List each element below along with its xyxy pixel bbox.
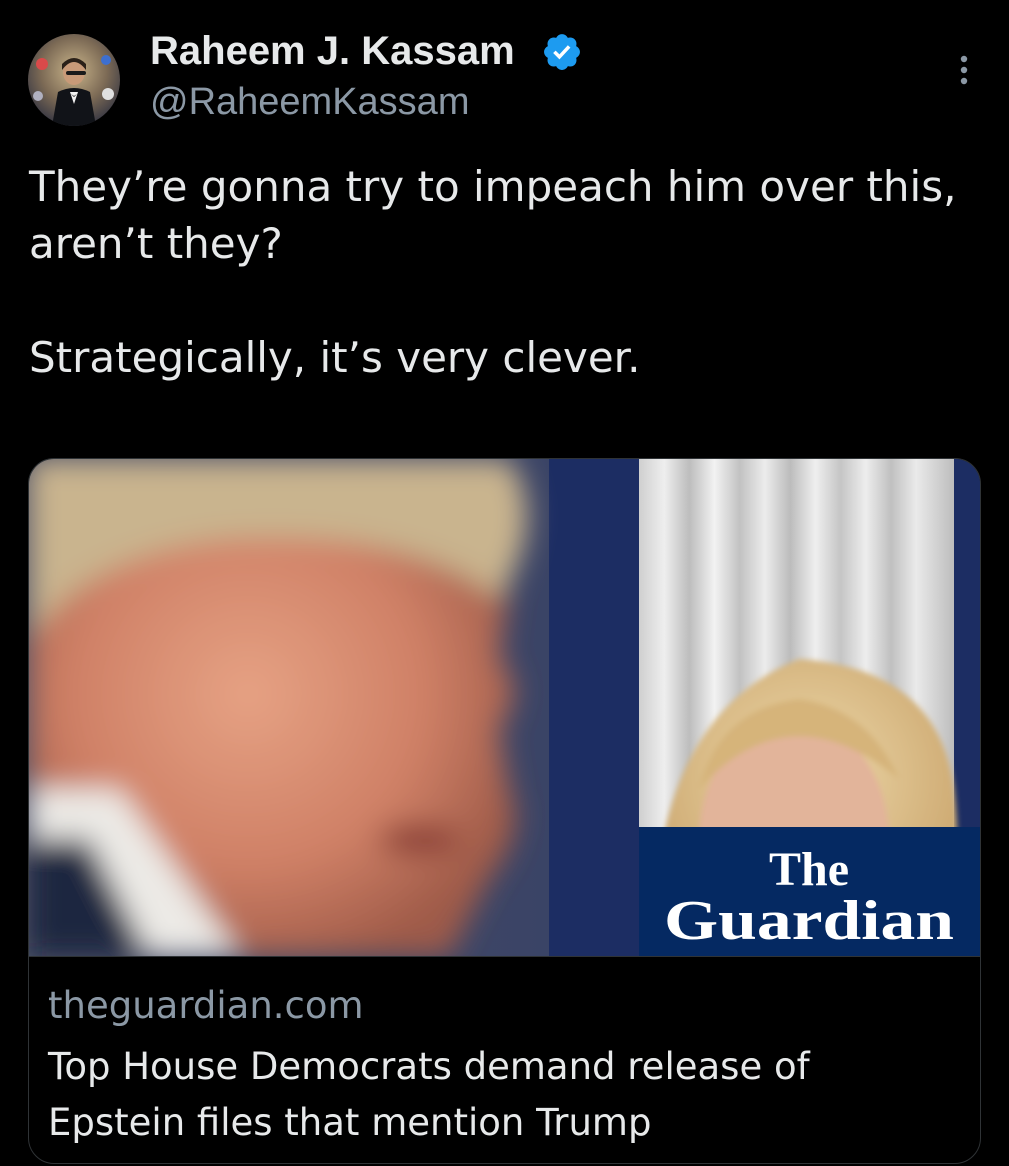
link-domain: theguardian.com bbox=[48, 984, 364, 1027]
tweet-text-line: They’re gonna try to impeach him over th… bbox=[29, 162, 957, 268]
more-options-icon bbox=[960, 55, 968, 85]
link-preview-meta: theguardian.com Top House Democrats dema… bbox=[29, 956, 980, 1163]
svg-text:The: The bbox=[769, 843, 849, 896]
link-title: Top House Democrats demand release of Ep… bbox=[48, 1045, 810, 1144]
user-handle[interactable]: @RaheemKassam bbox=[150, 80, 469, 124]
verified-badge-icon bbox=[541, 31, 583, 73]
avatar-image bbox=[28, 34, 120, 126]
avatar[interactable] bbox=[28, 34, 120, 126]
link-preview-image: The Guardian bbox=[29, 459, 980, 956]
svg-text:Guardian: Guardian bbox=[664, 890, 954, 952]
tweet-text-line: Strategically, it’s very clever. bbox=[29, 333, 641, 382]
guardian-logo: The Guardian bbox=[639, 827, 980, 956]
link-preview-card[interactable]: The Guardian theguardian.com Top House D… bbox=[28, 458, 981, 1164]
display-name[interactable]: Raheem J. Kassam bbox=[150, 28, 515, 74]
tweet-text: They’re gonna try to impeach him over th… bbox=[29, 158, 979, 386]
more-options-button[interactable] bbox=[944, 50, 984, 90]
